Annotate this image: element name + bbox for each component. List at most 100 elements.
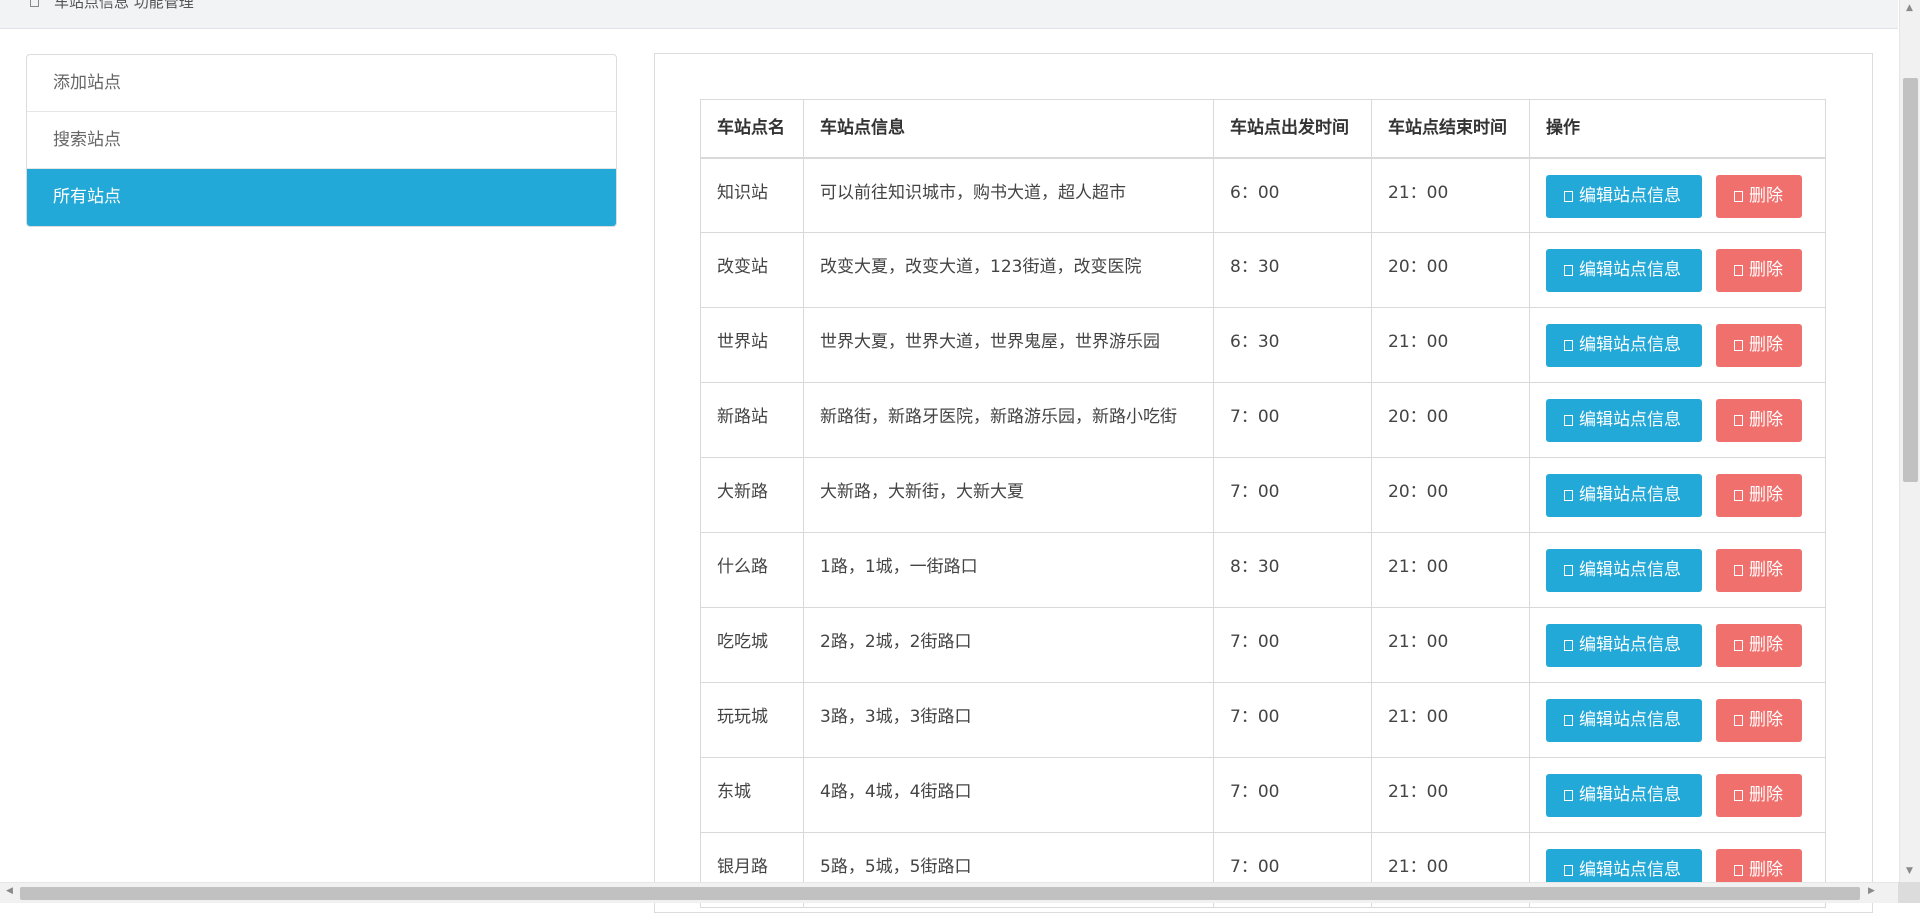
- edit-station-button[interactable]: 编辑站点信息: [1546, 175, 1702, 218]
- delete-station-button[interactable]: 删除: [1716, 774, 1802, 817]
- delete-button-label: 删除: [1749, 485, 1783, 505]
- edit-station-button[interactable]: 编辑站点信息: [1546, 399, 1702, 442]
- edit-station-button[interactable]: 编辑站点信息: [1546, 324, 1702, 367]
- trash-icon: [1734, 790, 1743, 801]
- start-time-cell: 8：30: [1214, 533, 1372, 608]
- vertical-scroll-thumb[interactable]: [1903, 78, 1918, 482]
- station-name-cell: 吃吃城: [701, 608, 804, 683]
- edit-icon: [1564, 415, 1573, 426]
- station-name-cell: 什么路: [701, 533, 804, 608]
- actions-cell: 编辑站点信息 删除: [1530, 158, 1826, 233]
- delete-station-button[interactable]: 删除: [1716, 624, 1802, 667]
- edit-station-button[interactable]: 编辑站点信息: [1546, 774, 1702, 817]
- station-name-cell: 大新路: [701, 458, 804, 533]
- start-time-cell: 8：30: [1214, 233, 1372, 308]
- menu-item-all-stations[interactable]: 所有站点: [27, 169, 616, 226]
- edit-button-label: 编辑站点信息: [1579, 560, 1681, 580]
- top-breadcrumb-bar: 车站点信息 功能管理: [0, 0, 1898, 29]
- actions-cell: 编辑站点信息删除: [1530, 383, 1826, 458]
- actions-cell: 编辑站点信息 删除: [1530, 458, 1826, 533]
- col-header-end-time: 车站点结束时间: [1372, 100, 1530, 158]
- trash-icon: [1734, 490, 1743, 501]
- edit-icon: [1564, 265, 1573, 276]
- start-time-cell: 7：00: [1214, 458, 1372, 533]
- scroll-left-icon[interactable]: ◀: [6, 886, 13, 896]
- breadcrumb-icon: [30, 0, 39, 7]
- delete-station-button[interactable]: 删除: [1716, 474, 1802, 517]
- delete-button-label: 删除: [1749, 860, 1783, 880]
- edit-icon: [1564, 790, 1573, 801]
- menu-item-search-station[interactable]: 搜索站点: [27, 112, 616, 169]
- station-name-cell: 世界站: [701, 308, 804, 383]
- delete-button-label: 删除: [1749, 785, 1783, 805]
- menu-item-add-station[interactable]: 添加站点: [27, 55, 616, 112]
- vertical-scrollbar[interactable]: ▲ ▼: [1899, 0, 1920, 882]
- edit-button-label: 编辑站点信息: [1579, 186, 1681, 206]
- edit-station-button[interactable]: 编辑站点信息: [1546, 699, 1702, 742]
- delete-button-label: 删除: [1749, 186, 1783, 206]
- edit-icon: [1564, 490, 1573, 501]
- delete-button-label: 删除: [1749, 710, 1783, 730]
- delete-station-button[interactable]: 删除: [1716, 249, 1802, 292]
- station-info-cell: 4路，4城，4街路口: [804, 758, 1214, 833]
- edit-station-button[interactable]: 编辑站点信息: [1546, 249, 1702, 292]
- station-info-cell: 1路，1城，一街路口: [804, 533, 1214, 608]
- edit-icon: [1564, 340, 1573, 351]
- start-time-cell: 6：00: [1214, 158, 1372, 233]
- edit-button-label: 编辑站点信息: [1579, 860, 1681, 880]
- station-info-cell: 3路，3城，3街路口: [804, 683, 1214, 758]
- end-time-cell: 21：00: [1372, 683, 1530, 758]
- end-time-cell: 21：00: [1372, 533, 1530, 608]
- end-time-cell: 21：00: [1372, 608, 1530, 683]
- table-row: 世界站世界大夏，世界大道，世界鬼屋，世界游乐园6：3021：00编辑站点信息删除: [701, 308, 1826, 383]
- table-row: 改变站改变大夏，改变大道，123街道，改变医院8：3020：00编辑站点信息删除: [701, 233, 1826, 308]
- col-header-start-time: 车站点出发时间: [1214, 100, 1372, 158]
- station-name-cell: 玩玩城: [701, 683, 804, 758]
- delete-station-button[interactable]: 删除: [1716, 175, 1802, 218]
- table-header-row: 车站点名 车站点信息 车站点出发时间 车站点结束时间 操作: [701, 100, 1826, 158]
- stations-panel: 车站点名 车站点信息 车站点出发时间 车站点结束时间 操作 知识站可以前往知识城…: [654, 53, 1873, 913]
- start-time-cell: 7：00: [1214, 608, 1372, 683]
- edit-station-button[interactable]: 编辑站点信息: [1546, 624, 1702, 667]
- col-header-info: 车站点信息: [804, 100, 1214, 158]
- scrollbar-corner: [1898, 882, 1920, 903]
- end-time-cell: 21：00: [1372, 308, 1530, 383]
- trash-icon: [1734, 640, 1743, 651]
- edit-icon: [1564, 565, 1573, 576]
- station-info-cell: 大新路，大新街，大新大夏: [804, 458, 1214, 533]
- edit-button-label: 编辑站点信息: [1579, 260, 1681, 280]
- delete-station-button[interactable]: 删除: [1716, 324, 1802, 367]
- delete-station-button[interactable]: 删除: [1716, 399, 1802, 442]
- actions-cell: 编辑站点信息 删除: [1530, 758, 1826, 833]
- horizontal-scrollbar[interactable]: ◀ ▶: [0, 882, 1898, 903]
- edit-icon: [1564, 640, 1573, 651]
- delete-station-button[interactable]: 删除: [1716, 699, 1802, 742]
- table-row: 吃吃城2路，2城，2街路口7：0021：00编辑站点信息删除: [701, 608, 1826, 683]
- edit-button-label: 编辑站点信息: [1579, 635, 1681, 655]
- table-row: 东城4路，4城，4街路口7：0021：00编辑站点信息删除: [701, 758, 1826, 833]
- actions-cell: 编辑站点信息 删除: [1530, 608, 1826, 683]
- edit-button-label: 编辑站点信息: [1579, 335, 1681, 355]
- stations-table: 车站点名 车站点信息 车站点出发时间 车站点结束时间 操作 知识站可以前往知识城…: [700, 99, 1826, 908]
- end-time-cell: 21：00: [1372, 158, 1530, 233]
- horizontal-scroll-thumb[interactable]: [20, 887, 1860, 900]
- breadcrumb-text: 车站点信息 功能管理: [54, 0, 194, 12]
- side-menu: 添加站点 搜索站点 所有站点: [26, 54, 617, 227]
- station-name-cell: 新路站: [701, 383, 804, 458]
- table-row: 大新路大新路，大新街，大新大夏7：0020：00编辑站点信息删除: [701, 458, 1826, 533]
- edit-button-label: 编辑站点信息: [1579, 785, 1681, 805]
- end-time-cell: 20：00: [1372, 233, 1530, 308]
- delete-station-button[interactable]: 删除: [1716, 549, 1802, 592]
- station-name-cell: 改变站: [701, 233, 804, 308]
- edit-icon: [1564, 191, 1573, 202]
- edit-station-button[interactable]: 编辑站点信息: [1546, 549, 1702, 592]
- station-info-cell: 世界大夏，世界大道，世界鬼屋，世界游乐园: [804, 308, 1214, 383]
- scroll-right-icon[interactable]: ▶: [1868, 886, 1875, 896]
- scroll-down-icon[interactable]: ▼: [1906, 866, 1913, 876]
- trash-icon: [1734, 191, 1743, 202]
- edit-station-button[interactable]: 编辑站点信息: [1546, 474, 1702, 517]
- start-time-cell: 7：00: [1214, 758, 1372, 833]
- scroll-up-icon[interactable]: ▲: [1906, 3, 1913, 13]
- actions-cell: 编辑站点信息 删除: [1530, 233, 1826, 308]
- table-row: 什么路1路，1城，一街路口8：3021：00 编辑站点信息 删除: [701, 533, 1826, 608]
